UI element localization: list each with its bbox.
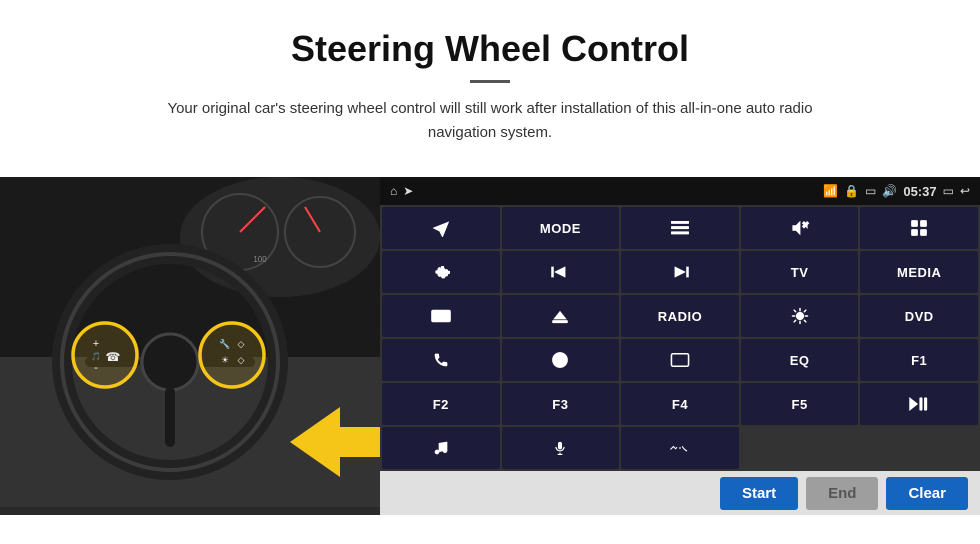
- home-icon: ⌂: [390, 184, 397, 198]
- btn-media[interactable]: MEDIA: [860, 251, 978, 293]
- bt-icon: 🔊: [882, 184, 897, 198]
- svg-text:360°: 360°: [434, 315, 448, 321]
- btn-screen[interactable]: [621, 339, 739, 381]
- sw-background: 0 100: [0, 177, 380, 507]
- btn-dvd[interactable]: DVD: [860, 295, 978, 337]
- header-section: Steering Wheel Control Your original car…: [0, 0, 980, 161]
- button-grid: MODE: [380, 205, 980, 471]
- steering-image: 0 100: [0, 177, 380, 515]
- btn-mode[interactable]: MODE: [502, 207, 620, 249]
- btn-list[interactable]: [621, 207, 739, 249]
- svg-text:☎: ☎: [106, 350, 121, 364]
- svg-text:100: 100: [253, 255, 267, 264]
- control-panel: ⌂ ➤ 📶 🔒 ▭ 🔊 05:37 ▭ ↩: [380, 177, 980, 515]
- back-icon: ↩: [960, 184, 970, 198]
- lock-icon: 🔒: [844, 184, 859, 198]
- btn-eq[interactable]: EQ: [741, 339, 859, 381]
- svg-text:🔧: 🔧: [219, 338, 230, 349]
- end-button[interactable]: End: [806, 477, 878, 510]
- btn-apps[interactable]: [860, 207, 978, 249]
- time-display: 05:37: [903, 184, 936, 199]
- btn-f2[interactable]: F2: [382, 383, 500, 425]
- title-divider: [470, 80, 510, 83]
- clear-button[interactable]: Clear: [886, 477, 968, 510]
- start-button[interactable]: Start: [720, 477, 798, 510]
- btn-f1[interactable]: F1: [860, 339, 978, 381]
- page-title: Steering Wheel Control: [60, 28, 920, 70]
- btn-playpause[interactable]: [860, 383, 978, 425]
- sd-icon: ▭: [865, 184, 876, 198]
- svg-text:◇: ◇: [238, 339, 245, 349]
- btn-eject[interactable]: [502, 295, 620, 337]
- btn-prev[interactable]: [502, 251, 620, 293]
- svg-text:-: -: [94, 362, 98, 374]
- page-subtitle: Your original car's steering wheel contr…: [140, 97, 840, 145]
- btn-phone[interactable]: [382, 339, 500, 381]
- window-icon: ▭: [943, 184, 954, 198]
- btn-360[interactable]: 360°: [382, 295, 500, 337]
- btn-f4[interactable]: F4: [621, 383, 739, 425]
- btn-f3[interactable]: F3: [502, 383, 620, 425]
- btn-browser[interactable]: [502, 339, 620, 381]
- status-bar: ⌂ ➤ 📶 🔒 ▭ 🔊 05:37 ▭ ↩: [380, 177, 980, 205]
- btn-settings[interactable]: [382, 251, 500, 293]
- dashboard-svg: 0 100: [0, 177, 380, 507]
- page-wrapper: Steering Wheel Control Your original car…: [0, 0, 980, 515]
- content-section: 0 100: [0, 177, 980, 515]
- btn-mute[interactable]: [741, 207, 859, 249]
- btn-mic[interactable]: [502, 427, 620, 469]
- bottom-bar: Start End Clear: [380, 471, 980, 515]
- btn-vol-phone[interactable]: [621, 427, 739, 469]
- btn-next[interactable]: [621, 251, 739, 293]
- svg-text:◇: ◇: [238, 355, 245, 365]
- nav-icon: ➤: [403, 184, 413, 198]
- status-left: ⌂ ➤: [390, 184, 413, 198]
- btn-f5[interactable]: F5: [741, 383, 859, 425]
- status-right: 📶 🔒 ▭ 🔊 05:37 ▭ ↩: [823, 184, 970, 199]
- svg-text:🎵: 🎵: [91, 352, 101, 361]
- btn-music[interactable]: [382, 427, 500, 469]
- btn-tv[interactable]: TV: [741, 251, 859, 293]
- btn-radio[interactable]: RADIO: [621, 295, 739, 337]
- wifi-icon: 📶: [823, 184, 838, 198]
- btn-navigate[interactable]: [382, 207, 500, 249]
- svg-text:☀: ☀: [221, 355, 229, 365]
- btn-brightness[interactable]: [741, 295, 859, 337]
- svg-text:+: +: [93, 338, 99, 350]
